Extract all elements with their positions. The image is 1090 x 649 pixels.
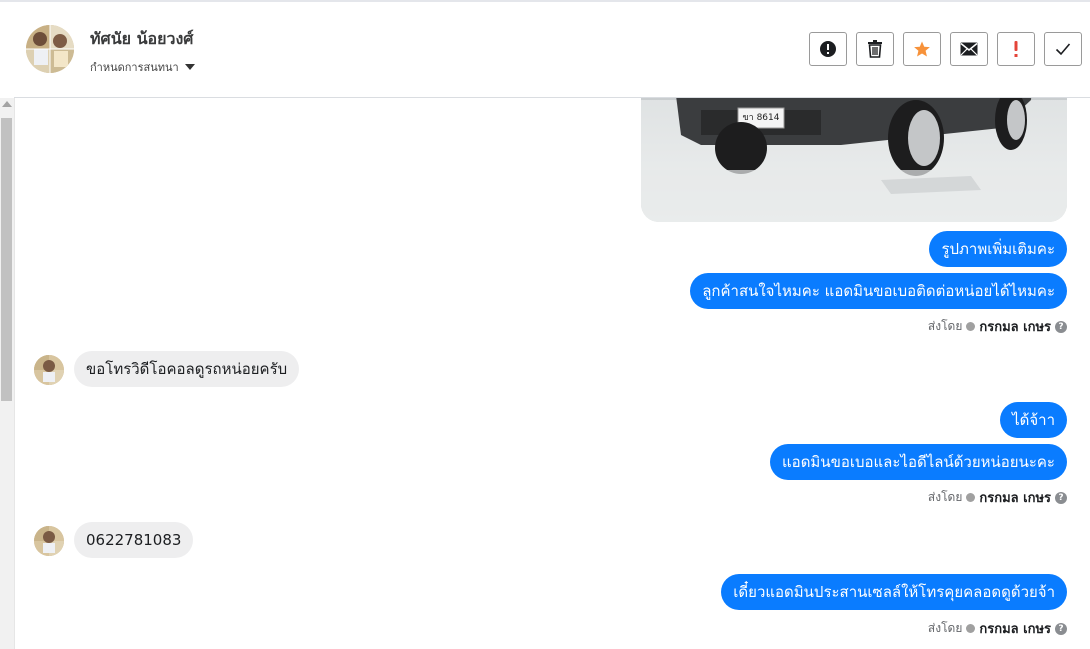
check-icon [1055, 43, 1071, 56]
exclamation-icon [1014, 41, 1018, 57]
help-icon[interactable]: ? [1055, 622, 1067, 635]
sent-by-agent: กรกมล เกษร [979, 491, 1051, 506]
assign-conversation-dropdown[interactable]: กำหนดการสนทนา [90, 58, 195, 76]
trash-icon [868, 40, 882, 58]
message-incoming: 0622781083 [74, 522, 194, 558]
sent-by-info: ส่งโดย กรกมล เกษร ? [928, 316, 1067, 337]
agent-status-icon [966, 624, 976, 633]
sent-by-info: ส่งโดย กรกมล เกษร ? [928, 487, 1067, 508]
scroll-thumb[interactable] [1, 118, 12, 401]
spam-button[interactable] [809, 32, 847, 66]
star-icon [914, 41, 930, 57]
sent-by-agent: กรกมล เกษร [979, 622, 1051, 637]
alert-circle-icon [820, 41, 836, 57]
sent-by-prefix: ส่งโดย [927, 621, 963, 635]
help-icon[interactable]: ? [1055, 320, 1067, 333]
sent-by-agent: กรกมล เกษร [979, 320, 1051, 335]
message-outgoing: ได้จ้าา [1000, 402, 1067, 438]
license-plate: ขา 8614 [743, 113, 780, 123]
contact-avatar [34, 355, 64, 385]
message-outgoing: รูปภาพเพิ่มเติมคะ [929, 231, 1067, 267]
agent-status-icon [966, 493, 976, 502]
message-outgoing: ลูกค้าสนใจไหมคะ แอดมินขอเบอติดต่อหน่อยได… [690, 273, 1067, 309]
contact-name: ทัศนัย น้อยวงศ์ [90, 29, 194, 48]
star-button[interactable] [903, 32, 941, 66]
contact-avatar-large[interactable] [26, 25, 74, 73]
top-border [0, 0, 1090, 2]
message-outgoing: เดี๋ยวแอดมินประสานเซลล์ให้โทรคุยคลอดดูด้… [721, 574, 1067, 610]
sent-by-prefix: ส่งโดย [927, 490, 963, 504]
agent-status-icon [966, 322, 976, 331]
message-outgoing: แอดมินขอเบอและไอดีไลน์ด้วยหน่อยนะคะ [770, 444, 1067, 480]
mark-unread-button[interactable] [950, 32, 988, 66]
scrollbar[interactable] [0, 98, 15, 649]
contact-avatar [34, 526, 64, 556]
conversation-header: ทัศนัย น้อยวงศ์ กำหนดการสนทนา [14, 0, 1090, 98]
assign-label: กำหนดการสนทนา [90, 61, 179, 74]
message-incoming: ขอโทรวิดีโอคอลดูรถหน่อยครับ [74, 351, 300, 387]
sent-by-prefix: ส่งโดย [927, 319, 963, 333]
sent-by-info: ส่งโดย กรกมล เกษร ? [928, 618, 1067, 639]
header-actions [809, 32, 1082, 66]
envelope-icon [960, 42, 978, 56]
important-button[interactable] [997, 32, 1035, 66]
help-icon[interactable]: ? [1055, 491, 1067, 504]
delete-button[interactable] [856, 32, 894, 66]
scroll-up-arrow[interactable] [2, 101, 12, 107]
mark-done-button[interactable] [1044, 32, 1082, 66]
caret-down-icon [184, 64, 195, 70]
